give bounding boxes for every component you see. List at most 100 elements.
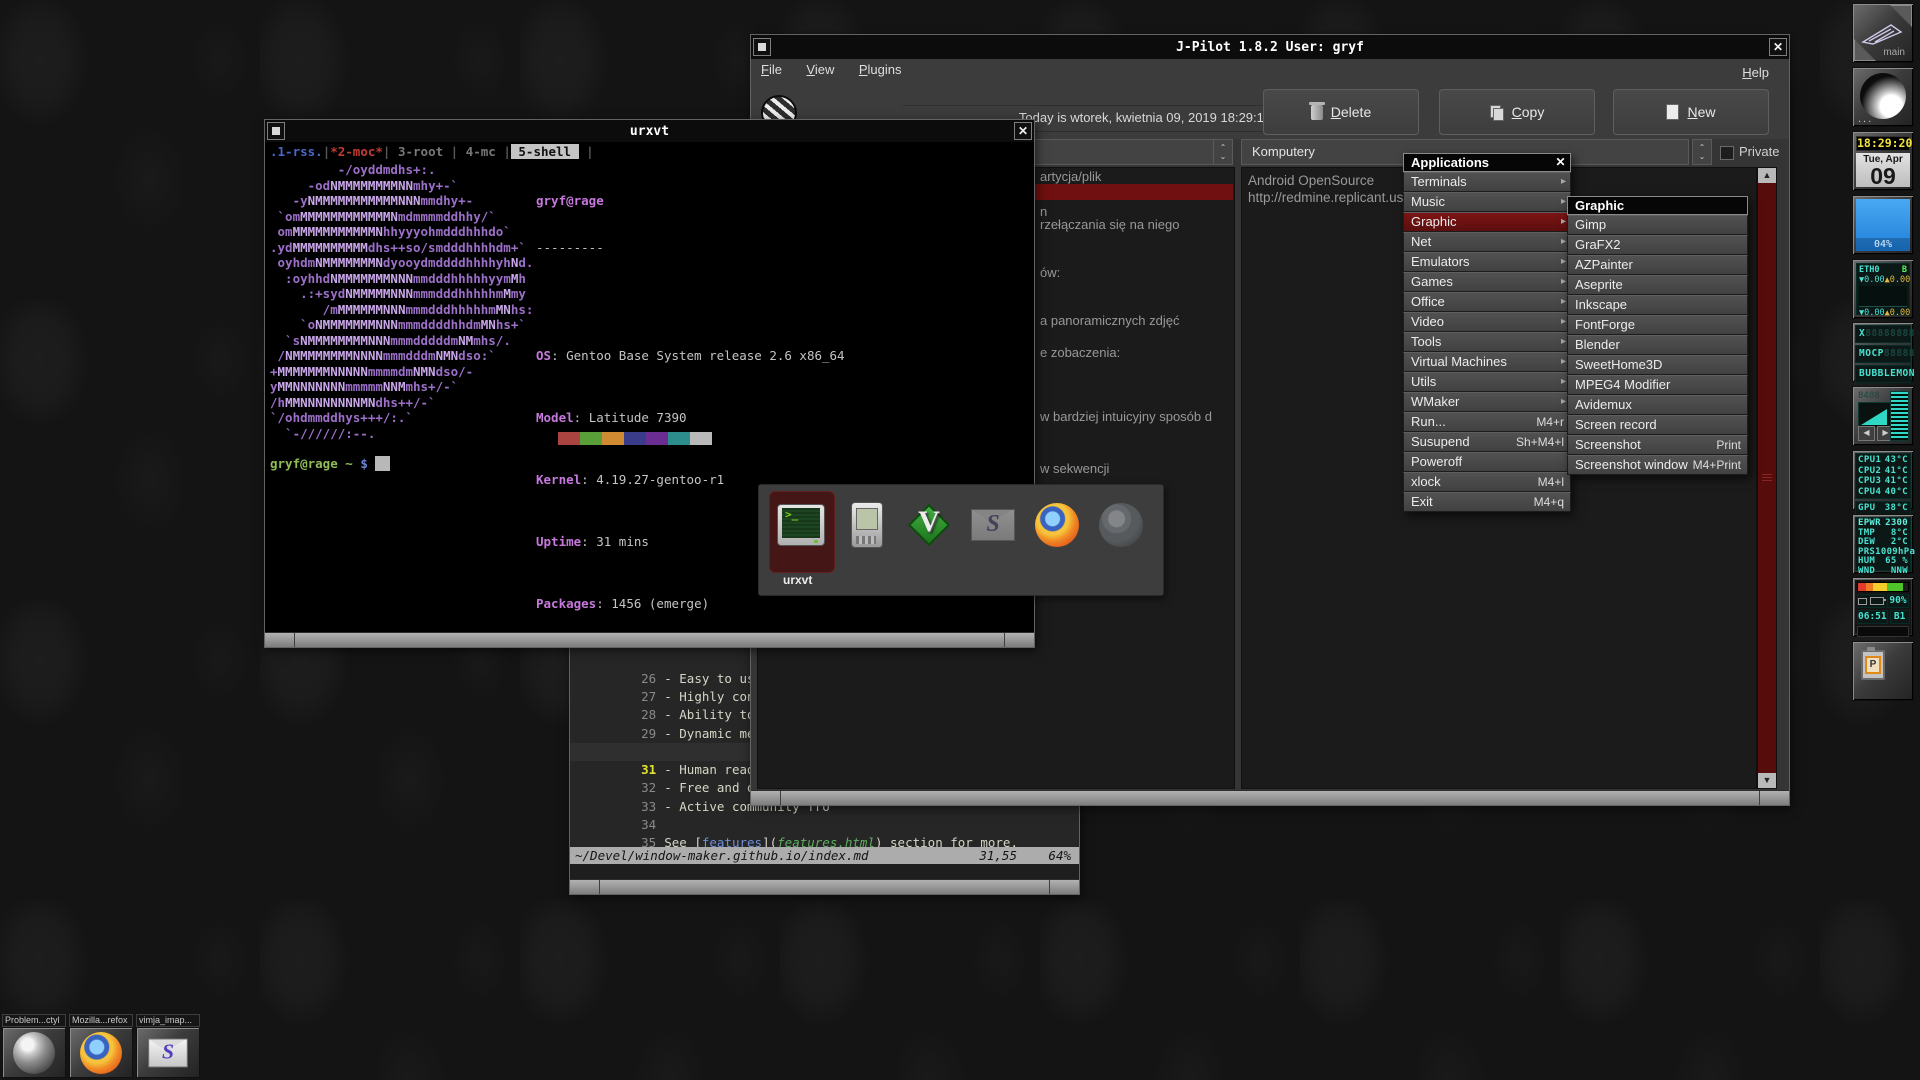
dock-tile-battery[interactable]: 90% 06:51 B1 — [1852, 577, 1914, 637]
menu-file[interactable]: File — [751, 59, 792, 77]
window-close-icon[interactable]: ✕ — [1014, 122, 1032, 140]
dock-tile-moon-clock[interactable]: ... — [1852, 67, 1914, 127]
memo-list-row[interactable]: a panoramicznych zdjęć — [1040, 313, 1179, 328]
menu-item[interactable]: Susupend Sh+M4+l ▸ — [1403, 432, 1571, 452]
menu-item[interactable]: Inkscape — [1567, 295, 1748, 315]
graphic-submenu-title[interactable]: Graphic — [1567, 196, 1748, 215]
window-close-icon[interactable]: ✕ — [1769, 38, 1787, 56]
jpilot-titlebar[interactable]: J-Pilot 1.8.2 User: gryf ✕ — [751, 35, 1789, 59]
menu-item[interactable]: Emulators ▸ — [1403, 252, 1571, 272]
volume-display — [1858, 402, 1892, 428]
digital-clock-time: 18:29:20 — [1856, 136, 1910, 151]
menu-item[interactable]: Poweroff ▸ — [1403, 452, 1571, 472]
firefox-icon — [80, 1032, 122, 1074]
menu-item[interactable]: Screen record — [1567, 415, 1748, 435]
switcher-item-firefox-old[interactable] — [1097, 501, 1145, 549]
urxvt-resizebar[interactable] — [265, 632, 1034, 647]
scrollbar-grip[interactable] — [1762, 474, 1772, 482]
memo-list-row[interactable]: rzełączania się na niego — [1040, 217, 1179, 232]
dock-tile-mixer[interactable]: 8488 ◀ ▶ — [1852, 386, 1914, 446]
menu-item[interactable]: Screenshot window M4+Print — [1567, 455, 1748, 475]
spinner-arrows-icon[interactable]: ⌃⌄ — [1692, 139, 1712, 165]
dock-tile-lcd-status[interactable]: X88888888 MOCP88888 BUBBLEMON — [1852, 322, 1914, 382]
memo-list-row[interactable]: ów: — [1040, 265, 1060, 280]
switcher-item-vim[interactable]: V — [905, 501, 953, 549]
menu-item[interactable]: Avidemux — [1567, 395, 1748, 415]
menu-item[interactable]: xlock M4+l ▸ — [1403, 472, 1571, 492]
dock-tile-temperatures[interactable]: CPU143°C CPU241°C CPU341°C CPU440°C GPU3… — [1852, 450, 1914, 510]
battery-percent: 90% — [1887, 594, 1909, 608]
new-button[interactable]: New — [1613, 89, 1769, 135]
menu-item[interactable]: Video ▸ — [1403, 312, 1571, 332]
applications-menu-title[interactable]: Applications ✕ — [1403, 153, 1571, 172]
spinner-arrows-icon[interactable]: ⌃⌄ — [1213, 139, 1233, 165]
net-flag: B — [1902, 265, 1907, 275]
menu-item[interactable]: Net ▸ — [1403, 232, 1571, 252]
menu-item[interactable]: MPEG4 Modifier — [1567, 375, 1748, 395]
dock-tile-network-monitor[interactable]: ETH0B ▼0.00▲0.00 ▼0.00▲0.00 — [1852, 259, 1914, 319]
menu-help[interactable]: Help — [1732, 62, 1779, 80]
menu-item[interactable]: Blender — [1567, 335, 1748, 355]
switcher-item-urxvt[interactable]: >_ — [777, 501, 825, 549]
menu-item[interactable]: Office ▸ — [1403, 292, 1571, 312]
mixer-level-bars[interactable] — [1890, 391, 1909, 441]
copy-button[interactable]: Copy — [1439, 89, 1595, 135]
dock-tile-clipboard[interactable]: P — [1852, 641, 1914, 701]
menu-item[interactable]: AZPainter — [1567, 255, 1748, 275]
menu-item[interactable]: Games ▸ — [1403, 272, 1571, 292]
urxvt-titlebar[interactable]: urxvt ✕ — [265, 120, 1034, 142]
mixer-prev-button[interactable]: ◀ — [1858, 426, 1875, 441]
memo-list-row[interactable]: w sekwencji — [1040, 461, 1109, 476]
menu-item[interactable]: Graphic ▸ — [1403, 212, 1571, 232]
menu-item[interactable]: Utils ▸ — [1403, 372, 1571, 392]
menu-item[interactable]: Run... M4+r ▸ — [1403, 412, 1571, 432]
switcher-item-firefox[interactable] — [1033, 501, 1081, 549]
miniwindow-firefox[interactable]: Mozilla...refox — [69, 1014, 133, 1078]
menu-item[interactable]: GraFX2 — [1567, 235, 1748, 255]
menu-item[interactable]: Aseprite — [1567, 275, 1748, 295]
submenu-arrow-icon: ▸ — [1561, 293, 1566, 311]
shell-prompt[interactable]: gryf@rage ~ $ — [270, 456, 390, 471]
switcher-item-mail[interactable]: S — [969, 501, 1017, 549]
private-checkbox[interactable] — [1720, 146, 1734, 160]
weather-row: WNDNNW — [1858, 567, 1908, 577]
scroll-down-icon[interactable]: ▼ — [1758, 773, 1776, 788]
menu-item[interactable]: FontForge — [1567, 315, 1748, 335]
close-icon[interactable]: ✕ — [1553, 155, 1568, 170]
dock-tile-clock[interactable]: 18:29:20 Tue, Apr 09 — [1852, 131, 1914, 191]
submenu-arrow-icon: ▸ — [1561, 213, 1566, 231]
memo-list-row[interactable]: e zobaczenia: — [1040, 345, 1120, 360]
menu-item[interactable]: Terminals ▸ — [1403, 172, 1571, 192]
miniwindow-mail[interactable]: vimja_imap... S — [136, 1014, 200, 1078]
dock-tile-weather[interactable]: EPWR2300 TMP8°C DEW2°C PRS1009hPa HUM65 … — [1852, 514, 1914, 574]
vim-line[interactable]: 35See [features](features.html) section … — [570, 816, 1079, 834]
menu-item[interactable]: Music ▸ — [1403, 192, 1571, 212]
delete-button[interactable]: Delete — [1263, 89, 1419, 135]
vertical-scrollbar[interactable]: ▲ ▼ — [1757, 167, 1777, 789]
miniwindow-mozilla-old[interactable]: Problem...ctyl — [2, 1014, 66, 1078]
memo-list-row[interactable]: w bardziej intuicyjny sposób d — [1040, 409, 1212, 424]
vim-resizebar[interactable] — [570, 879, 1079, 894]
dock-tile-clip[interactable]: main — [1852, 3, 1914, 63]
jpilot-resizebar[interactable] — [751, 790, 1789, 805]
menu-item[interactable]: Virtual Machines ▸ — [1403, 352, 1571, 372]
menu-item[interactable]: SweetHome3D — [1567, 355, 1748, 375]
switcher-item-jpilot[interactable] — [843, 501, 891, 549]
scroll-up-icon[interactable]: ▲ — [1758, 168, 1776, 183]
menu-item[interactable]: Exit M4+q ▸ — [1403, 492, 1571, 512]
menu-item[interactable]: Tools ▸ — [1403, 332, 1571, 352]
window-miniaturize-icon[interactable] — [267, 122, 285, 140]
menu-item[interactable]: Gimp — [1567, 215, 1748, 235]
net-interface: ETH0 — [1859, 265, 1879, 275]
submenu-arrow-icon: ▸ — [1561, 173, 1566, 191]
network-monitor: ETH0B ▼0.00▲0.00 ▼0.00▲0.00 — [1856, 263, 1910, 315]
memo-list-row[interactable]: artycja/plik — [1040, 169, 1101, 184]
palm-pda-icon — [851, 502, 883, 548]
window-miniaturize-icon[interactable] — [753, 38, 771, 56]
dock-tile-blue-monitor[interactable]: 04% — [1852, 195, 1914, 255]
menu-view[interactable]: View — [796, 59, 844, 77]
menu-item[interactable]: Screenshot Print — [1567, 435, 1748, 455]
menu-item[interactable]: WMaker ▸ — [1403, 392, 1571, 412]
menu-plugins[interactable]: Plugins — [849, 59, 912, 77]
neofetch-row: Packages1456 (emerge) — [536, 596, 867, 612]
